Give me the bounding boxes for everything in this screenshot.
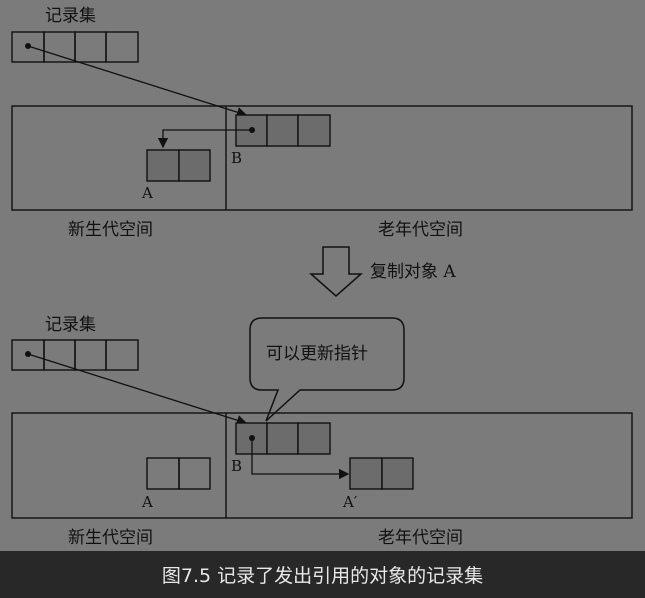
bottom-object-b-label: B: [231, 457, 242, 475]
caption-bar: 图7.5 记录了发出引用的对象的记录集: [0, 551, 645, 598]
figure-caption: 图7.5 记录了发出引用的对象的记录集: [161, 565, 484, 587]
bottom-panel: 记录集 可以更新指针 B A A′ 新生代空间 老年代空间: [11, 315, 633, 548]
bottom-object-a-prime-label: A′: [342, 493, 358, 511]
top-remset-to-b-arrow: [27, 45, 248, 118]
bottom-object-a-empty: [146, 457, 211, 490]
bottom-object-a-prime: [349, 457, 414, 490]
top-panel: 记录集 B A 新生代空间 老年代空间: [11, 6, 633, 240]
top-old-gen-label: 老年代空间: [378, 220, 463, 240]
bottom-young-gen-label: 新生代空间: [68, 528, 153, 548]
bottom-object-a-label: A: [141, 493, 153, 511]
top-object-b-label: B: [231, 149, 242, 167]
top-remembered-set-label: 记录集: [45, 6, 96, 26]
top-young-gen-label: 新生代空间: [68, 220, 153, 240]
top-object-a: [146, 149, 211, 182]
callout-bubble: [249, 317, 405, 422]
bottom-remembered-set-label: 记录集: [45, 315, 96, 335]
diagram-figure: 记录集 B A 新生代空间 老年代空间 复制对象 A 记录集 可以更新指针 B …: [0, 0, 645, 551]
down-arrow-icon: [309, 246, 363, 297]
callout-text: 可以更新指针: [266, 344, 368, 364]
transition-label: 复制对象 A: [370, 262, 456, 282]
top-object-a-label: A: [141, 184, 153, 202]
transition: 复制对象 A: [309, 246, 456, 297]
bottom-old-gen-label: 老年代空间: [378, 528, 463, 548]
